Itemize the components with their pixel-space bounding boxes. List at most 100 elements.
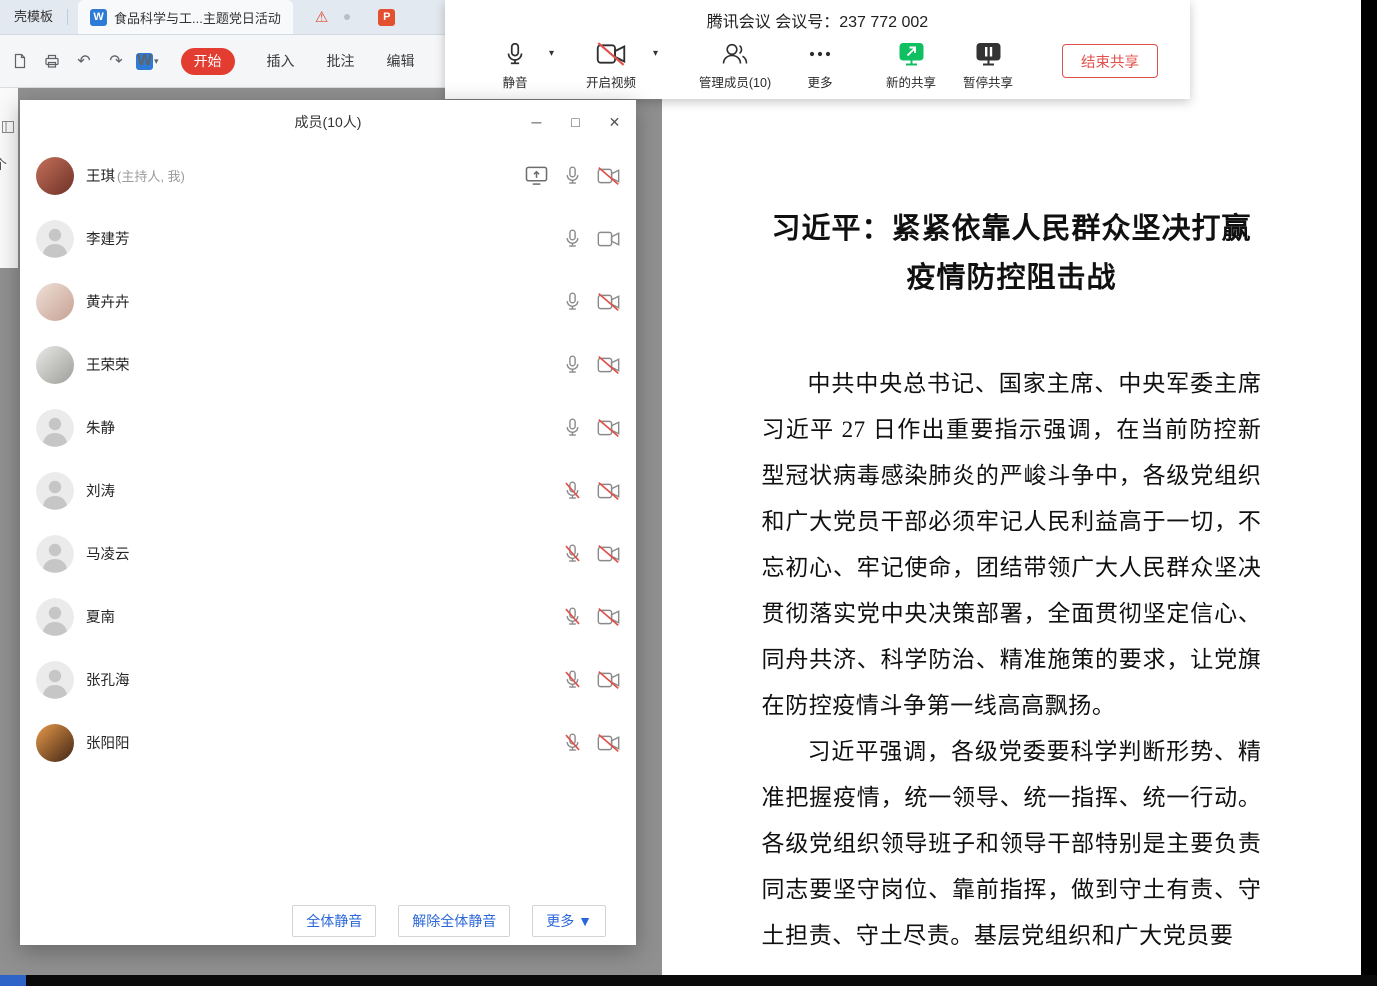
avatar xyxy=(36,346,74,384)
document-body: 中共中央总书记、国家主席、中央军委主席习近平 27 日作出重要指示强调，在当前防… xyxy=(762,361,1262,959)
microphone-icon xyxy=(502,40,528,67)
mic-muted-icon[interactable] xyxy=(561,732,584,754)
status-dot xyxy=(344,14,350,20)
side-panel-icon[interactable] xyxy=(2,120,14,138)
warning-icon[interactable]: ⚠ xyxy=(315,10,328,25)
file-icon[interactable] xyxy=(8,49,32,73)
member-row[interactable]: 李建芳 xyxy=(20,207,636,270)
avatar xyxy=(36,157,74,195)
wps-edit-tab[interactable]: 编辑 xyxy=(387,51,415,71)
video-options-caret[interactable]: ▾ xyxy=(653,48,658,59)
undo-icon[interactable]: ↶ xyxy=(72,49,96,73)
mic-on-icon[interactable] xyxy=(561,417,584,439)
camera-off-icon[interactable] xyxy=(597,165,620,187)
wps-insert-tab[interactable]: 插入 xyxy=(267,51,295,71)
member-name: 王荣荣 xyxy=(86,354,130,375)
redo-icon[interactable]: ↷ xyxy=(104,49,128,73)
member-name: 李建芳 xyxy=(86,228,130,249)
mic-on-icon[interactable] xyxy=(561,165,584,187)
panel-more-button[interactable]: 更多 ▼ xyxy=(532,905,606,937)
member-row[interactable]: 张阳阳 xyxy=(20,711,636,774)
mic-on-icon[interactable] xyxy=(561,228,584,250)
new-share-button[interactable]: 新的共享 xyxy=(883,40,939,91)
member-row[interactable]: 王荣荣 xyxy=(20,333,636,396)
members-icon xyxy=(720,40,750,67)
close-button[interactable]: ✕ xyxy=(607,114,622,131)
avatar xyxy=(36,409,74,447)
mute-all-button[interactable]: 全体静音 xyxy=(292,905,376,937)
wps-toolbar: ↶ ↷ W ▾ 开始 插入 批注 编辑 xyxy=(0,35,460,88)
camera-on-icon[interactable] xyxy=(597,228,620,250)
member-name: 马凌云 xyxy=(86,543,130,564)
chevron-down-icon[interactable]: ▾ xyxy=(154,56,159,67)
camera-off-icon[interactable] xyxy=(597,480,620,502)
avatar xyxy=(36,283,74,321)
word-file-icon[interactable]: W xyxy=(136,53,153,70)
camera-off-icon[interactable] xyxy=(597,417,620,439)
ppt-icon[interactable]: P xyxy=(378,9,395,26)
members-panel-header: 成员(10人) ─ □ ✕ xyxy=(20,100,636,144)
wps-tab-bar: 壳模板 W 食品科学与工...主题党日活动 ⚠ P xyxy=(0,0,460,35)
mute-options-caret[interactable]: ▾ xyxy=(549,48,554,59)
mic-on-icon[interactable] xyxy=(561,291,584,313)
tab-label: 食品科学与工...主题党日活动 xyxy=(114,8,281,27)
member-name: 张阳阳 xyxy=(86,732,130,753)
member-row[interactable]: 刘涛 xyxy=(20,459,636,522)
members-panel-footer: 全体静音 解除全体静音 更多 ▼ xyxy=(20,905,636,945)
wps-comment-tab[interactable]: 批注 xyxy=(327,51,355,71)
meeting-title: 腾讯会议 会议号：237 772 002 xyxy=(445,8,1190,32)
member-name: 王琪 xyxy=(86,165,115,186)
unmute-all-button[interactable]: 解除全体静音 xyxy=(398,905,510,937)
more-button[interactable]: 更多 xyxy=(797,40,843,91)
start-video-button[interactable]: 开启视频 xyxy=(575,40,647,91)
avatar xyxy=(36,472,74,510)
tab-divider xyxy=(67,9,68,25)
mic-muted-icon[interactable] xyxy=(561,543,584,565)
mute-button[interactable]: 静音 xyxy=(487,40,543,91)
pause-share-icon xyxy=(975,40,1002,67)
member-name: 夏南 xyxy=(86,606,115,627)
shared-document-page: 习近平：紧紧依靠人民群众坚决打赢疫情防控阻击战 中共中央总书记、国家主席、中央军… xyxy=(662,0,1361,975)
mic-muted-icon[interactable] xyxy=(561,669,584,691)
word-doc-icon: W xyxy=(90,9,107,26)
member-row[interactable]: 夏南 xyxy=(20,585,636,648)
minimize-button[interactable]: ─ xyxy=(529,114,544,130)
camera-off-icon xyxy=(596,40,626,67)
screen-sharing-icon xyxy=(525,165,548,187)
document-title: 习近平：紧紧依靠人民群众坚决打赢疫情防控阻击战 xyxy=(767,205,1257,303)
pause-share-button[interactable]: 暂停共享 xyxy=(960,40,1016,91)
end-share-button[interactable]: 结束共享 xyxy=(1062,44,1158,78)
member-row[interactable]: 王琪(主持人, 我) xyxy=(20,144,636,207)
avatar xyxy=(36,661,74,699)
document-paragraph: 中共中央总书记、国家主席、中央军委主席习近平 27 日作出重要指示强调，在当前防… xyxy=(762,361,1262,729)
camera-off-icon[interactable] xyxy=(597,354,620,376)
document-paragraph: 习近平强调，各级党委要科学判断形势、精准把握疫情，统一领导、统一指挥、统一行动。… xyxy=(762,729,1262,959)
wps-start-tab[interactable]: 开始 xyxy=(181,48,235,75)
camera-off-icon[interactable] xyxy=(597,669,620,691)
more-icon xyxy=(806,40,834,67)
member-list: 王琪(主持人, 我) 李建芳 黄卉卉 王荣荣 xyxy=(20,144,636,774)
wps-left-sidebar: 个 xyxy=(0,88,18,268)
tab-shell-template[interactable]: 壳模板 xyxy=(0,0,67,34)
member-name: 朱静 xyxy=(86,417,115,438)
avatar xyxy=(36,598,74,636)
camera-off-icon[interactable] xyxy=(597,291,620,313)
member-row[interactable]: 黄卉卉 xyxy=(20,270,636,333)
print-icon[interactable] xyxy=(40,49,64,73)
mic-on-icon[interactable] xyxy=(561,354,584,376)
avatar xyxy=(36,220,74,258)
mic-muted-icon[interactable] xyxy=(561,606,584,628)
camera-off-icon[interactable] xyxy=(597,543,620,565)
member-name: 张孔海 xyxy=(86,669,130,690)
member-row[interactable]: 朱静 xyxy=(20,396,636,459)
manage-members-button[interactable]: 管理成员(10) xyxy=(693,40,777,91)
member-row[interactable]: 马凌云 xyxy=(20,522,636,585)
taskbar-item[interactable] xyxy=(0,975,26,986)
member-row[interactable]: 张孔海 xyxy=(20,648,636,711)
camera-off-icon[interactable] xyxy=(597,606,620,628)
taskbar xyxy=(0,975,1377,986)
camera-off-icon[interactable] xyxy=(597,732,620,754)
tab-active-document[interactable]: W 食品科学与工...主题党日活动 xyxy=(78,0,293,34)
maximize-button[interactable]: □ xyxy=(568,114,583,130)
mic-muted-icon[interactable] xyxy=(561,480,584,502)
